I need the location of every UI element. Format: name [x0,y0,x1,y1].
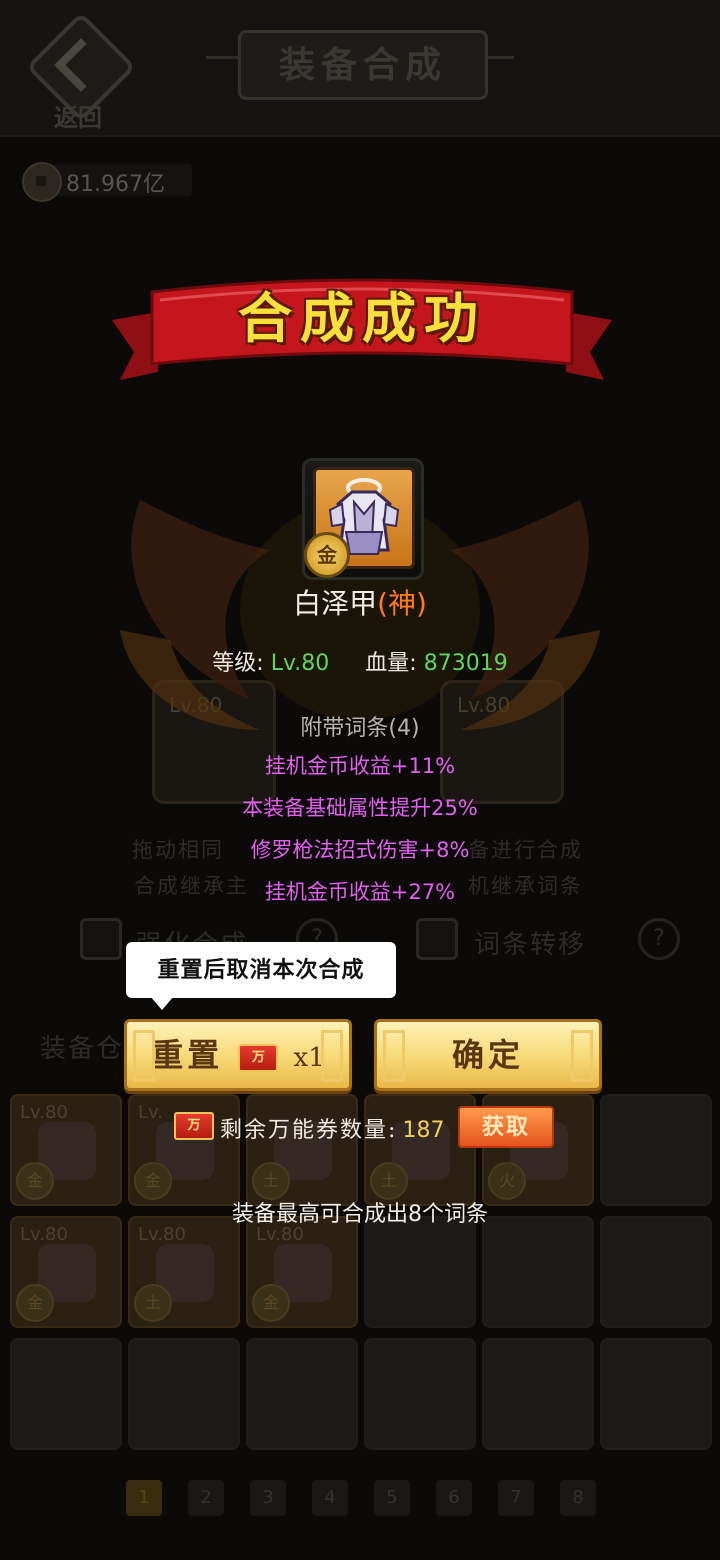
currency-display: 81.967亿 [22,160,192,202]
coin-icon [22,162,62,202]
ticket-glyph: 万 [187,1118,201,1133]
confirm-button[interactable]: 确定 [374,1019,602,1091]
page-button[interactable]: 6 [436,1480,472,1516]
back-button[interactable]: 返回 [25,11,137,132]
element-badge: 土 [134,1284,172,1322]
inventory-slot[interactable] [128,1338,240,1450]
element-badge: 土 [252,1162,290,1200]
page-button[interactable]: 5 [374,1480,410,1516]
affix-line: 本装备基础属性提升25% [242,796,478,820]
slot-level: Lv.80 [20,1102,68,1123]
page-button[interactable]: 4 [312,1480,348,1516]
button-ornament [133,1030,155,1082]
inventory-label: 装备仓 [40,1034,125,1064]
tooltip-tail [150,996,174,1010]
level-value: Lv.80 [270,651,330,676]
inventory-slot[interactable] [10,1338,122,1450]
affix-line: 挂机金币收益+27% [264,880,456,904]
affix-transfer-label: 词条转移 [474,930,587,960]
affix-line: 挂机金币收益+11% [264,754,456,778]
item-name: 白泽甲(神) [0,582,720,622]
button-ornament [321,1030,343,1082]
remaining-text: 剩余万能券数量: 187 [220,1112,445,1144]
inventory-slot[interactable] [600,1216,712,1328]
slot-level: Lv. [138,1102,164,1123]
page-button[interactable]: 3 [250,1480,286,1516]
get-tickets-button[interactable]: 获取 [458,1106,554,1148]
inventory-slot[interactable] [482,1338,594,1450]
inventory-slot[interactable] [364,1338,476,1450]
item-tier: (神) [377,587,427,620]
back-label: 返回 [54,104,102,132]
inventory-slot[interactable] [600,1338,712,1450]
reset-tooltip: 重置后取消本次合成 [126,942,396,998]
item-name-text: 白泽甲 [293,587,378,620]
reset-button-label: 重置 [151,1036,224,1074]
inventory-slot[interactable] [364,1216,476,1328]
affix-header: 附带词条(4) [300,716,420,741]
inventory-slot[interactable] [482,1216,594,1328]
title-ornament-left [206,56,238,59]
element-badge: 金 [252,1284,290,1322]
element-badge: 金 [16,1284,54,1322]
enhance-merge-checkbox[interactable] [80,918,122,960]
inventory-slot[interactable]: Lv.80 金 [10,1094,122,1206]
button-ornament [383,1030,405,1082]
inventory-slot[interactable]: Lv.80 金 [10,1216,122,1328]
confirm-button-label: 确定 [451,1036,524,1074]
page-button[interactable]: 2 [188,1480,224,1516]
page-button[interactable]: 7 [498,1480,534,1516]
hp-label: 血量: [365,651,417,676]
inventory-slot[interactable] [600,1094,712,1206]
inventory-slot[interactable]: Lv.80 金 [246,1216,358,1328]
level-label: 等级: [212,651,264,676]
element-badge: 金 [16,1162,54,1200]
inventory-slot[interactable]: Lv.80 土 [128,1216,240,1328]
page-button[interactable]: 1 [126,1480,162,1516]
item-stats: 等级: Lv.80 血量: 873019 [0,645,720,677]
currency-amount: 81.967亿 [66,172,165,197]
affix-transfer-checkbox[interactable] [416,918,458,960]
remaining-label: 剩余万能券数量: [220,1118,398,1143]
ticket-glyph: 万 [251,1049,265,1065]
element-badge-gold: 金 [304,532,350,578]
element-badge: 火 [488,1162,526,1200]
inventory-slot[interactable] [246,1338,358,1450]
hp-value: 873019 [423,651,508,676]
ticket-row-icon-wrap: 万 [174,1112,214,1140]
universal-ticket-icon: 万 [174,1112,214,1140]
page-button[interactable]: 8 [560,1480,596,1516]
max-affix-note: 装备最高可合成出8个词条 [232,1202,488,1227]
affix-transfer-help-icon[interactable]: ? [638,918,680,960]
element-badge: 金 [134,1162,172,1200]
affix-line: 修罗枪法招式伤害+8% [250,838,470,862]
reset-button[interactable]: 重置 万 x1 [124,1019,352,1091]
success-title: 合成成功 [238,286,486,350]
remaining-tickets-row: 万 剩余万能券数量: 187 获取 [170,1104,570,1148]
page-title: 装备合成 [238,30,488,100]
element-badge: 土 [370,1162,408,1200]
button-ornament [571,1030,593,1082]
remaining-value: 187 [402,1118,445,1143]
universal-ticket-icon: 万 [238,1043,279,1072]
